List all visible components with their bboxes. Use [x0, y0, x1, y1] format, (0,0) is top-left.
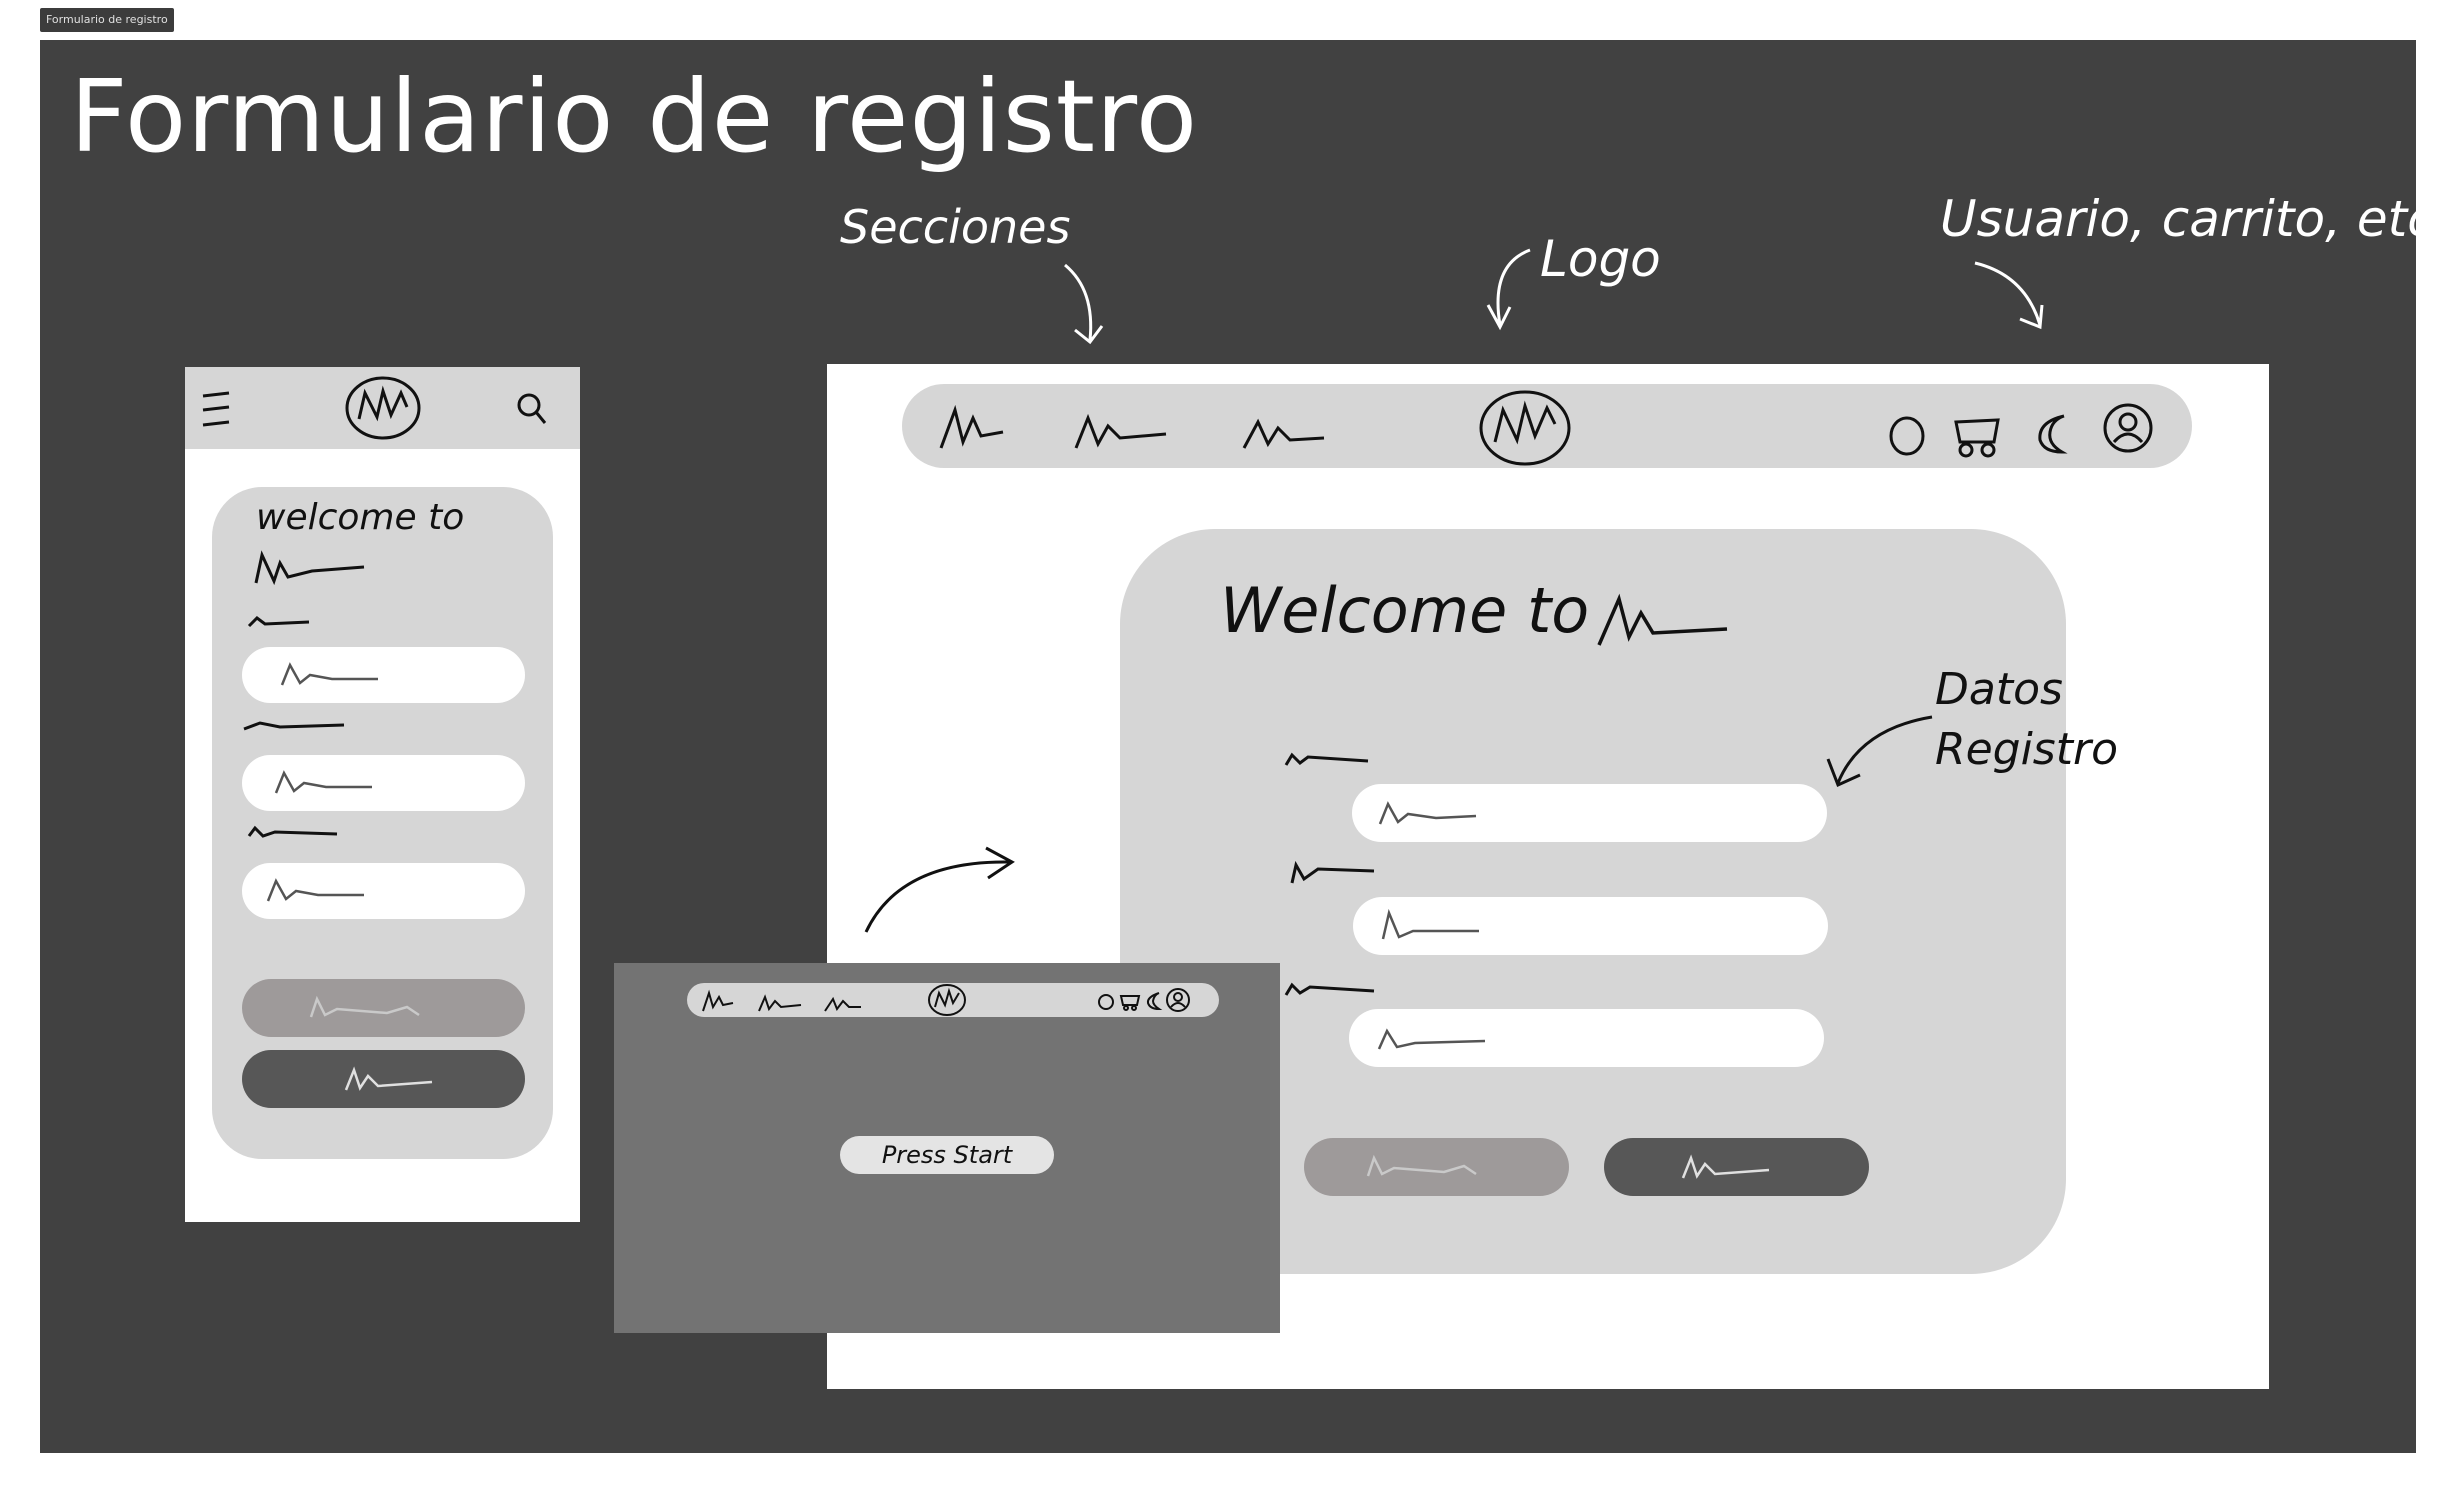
logo-icon[interactable]: [927, 983, 967, 1017]
desktop-input-2[interactable]: [1353, 897, 1828, 955]
scribble-label: [1290, 860, 1375, 884]
desktop-input-3[interactable]: [1349, 1009, 1824, 1067]
scribble-placeholder: [1377, 1028, 1486, 1050]
scribble-placeholder: [1381, 908, 1479, 940]
annotation-datos: Datos: [1935, 664, 2063, 715]
annotation-registro: Registro: [1935, 724, 2118, 775]
scribble-button-label: [344, 1066, 433, 1091]
arrow-icon: [1064, 263, 1104, 345]
cart-icon[interactable]: [1119, 993, 1141, 1011]
annotation-usuario: Usuario, carrito, etc: [1940, 190, 2435, 248]
nav-section-2[interactable]: [757, 991, 803, 1013]
scribble-label: [243, 721, 345, 731]
scribble-label: [247, 825, 338, 838]
splash-mockup: Press Start: [614, 963, 1280, 1333]
cart-icon[interactable]: [1952, 414, 2004, 458]
nav-section-3[interactable]: [823, 991, 863, 1013]
splash-navbar: [687, 983, 1219, 1017]
press-start-button[interactable]: Press Start: [840, 1136, 1054, 1174]
logo-icon[interactable]: [1477, 388, 1573, 468]
scribble-button-label: [1681, 1154, 1770, 1179]
arrow-icon: [864, 846, 1015, 933]
desktop-navbar: [902, 384, 2192, 468]
scribble-placeholder: [266, 878, 364, 902]
scribble-button-label: [309, 995, 420, 1018]
logo-icon[interactable]: [345, 375, 421, 441]
scribble-label: [1284, 752, 1369, 766]
desktop-primary-button[interactable]: [1604, 1138, 1869, 1196]
mobile-welcome-text: welcome to: [256, 497, 465, 538]
nav-section-1[interactable]: [937, 404, 1007, 452]
frame-tab[interactable]: Formulario de registro: [40, 8, 174, 32]
desktop-welcome-text: Welcome to: [1220, 574, 1590, 647]
page-title: Formulario de registro: [70, 58, 1199, 175]
user-icon[interactable]: [1165, 987, 1191, 1013]
mobile-input-2[interactable]: [242, 755, 525, 811]
mobile-mockup: welcome to: [185, 367, 580, 1222]
scribble-label: [247, 616, 310, 628]
scribble-text: [1597, 593, 1728, 646]
desktop-input-1[interactable]: [1352, 784, 1827, 842]
menu-icon[interactable]: [199, 391, 235, 431]
circle-icon[interactable]: [1887, 414, 1931, 458]
moon-icon[interactable]: [2032, 412, 2076, 456]
mobile-primary-button[interactable]: [242, 1050, 525, 1108]
scribble-label: [1284, 982, 1375, 996]
mobile-input-1[interactable]: [242, 647, 525, 703]
circle-icon[interactable]: [1097, 993, 1115, 1011]
scribble-button-label: [1366, 1154, 1477, 1177]
scribble-text: [254, 550, 365, 586]
annotation-logo: Logo: [1540, 230, 1661, 288]
scribble-placeholder: [274, 770, 372, 794]
scribble-placeholder: [280, 662, 378, 686]
moon-icon[interactable]: [1145, 991, 1163, 1011]
search-icon[interactable]: [515, 391, 551, 427]
mobile-input-3[interactable]: [242, 863, 525, 919]
mobile-secondary-button[interactable]: [242, 979, 525, 1037]
annotation-secciones: Secciones: [840, 200, 1071, 254]
scribble-placeholder: [1378, 801, 1477, 825]
arrow-icon: [1974, 261, 2044, 330]
user-icon[interactable]: [2102, 402, 2156, 456]
arrow-icon: [1826, 715, 1933, 788]
mobile-register-card: welcome to: [212, 487, 553, 1159]
nav-section-3[interactable]: [1240, 408, 1330, 452]
mobile-navbar: [185, 367, 580, 449]
nav-section-1[interactable]: [701, 989, 735, 1013]
nav-section-2[interactable]: [1072, 408, 1172, 452]
arrow-icon: [1486, 248, 1531, 331]
desktop-secondary-button[interactable]: [1304, 1138, 1569, 1196]
board: Formulario de registro Secciones Logo Us…: [40, 40, 2435, 1453]
